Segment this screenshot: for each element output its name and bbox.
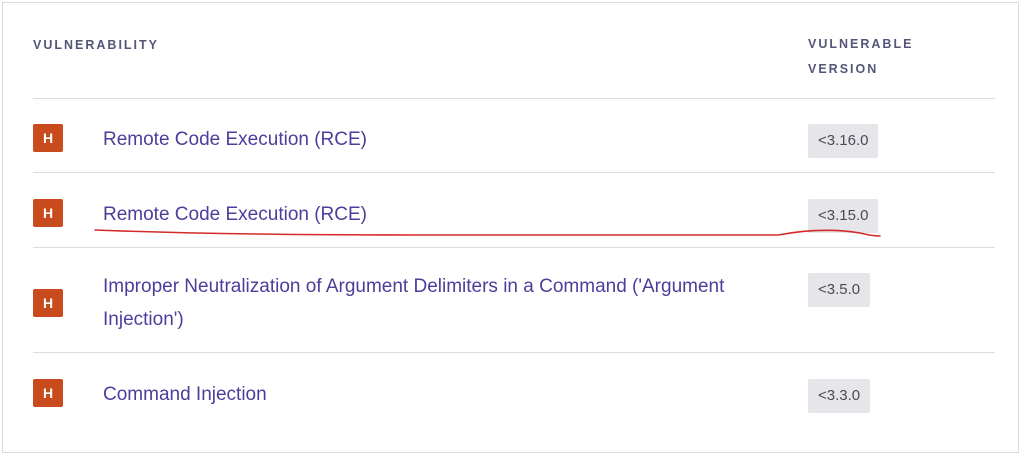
red-underline-annotation xyxy=(94,229,881,237)
